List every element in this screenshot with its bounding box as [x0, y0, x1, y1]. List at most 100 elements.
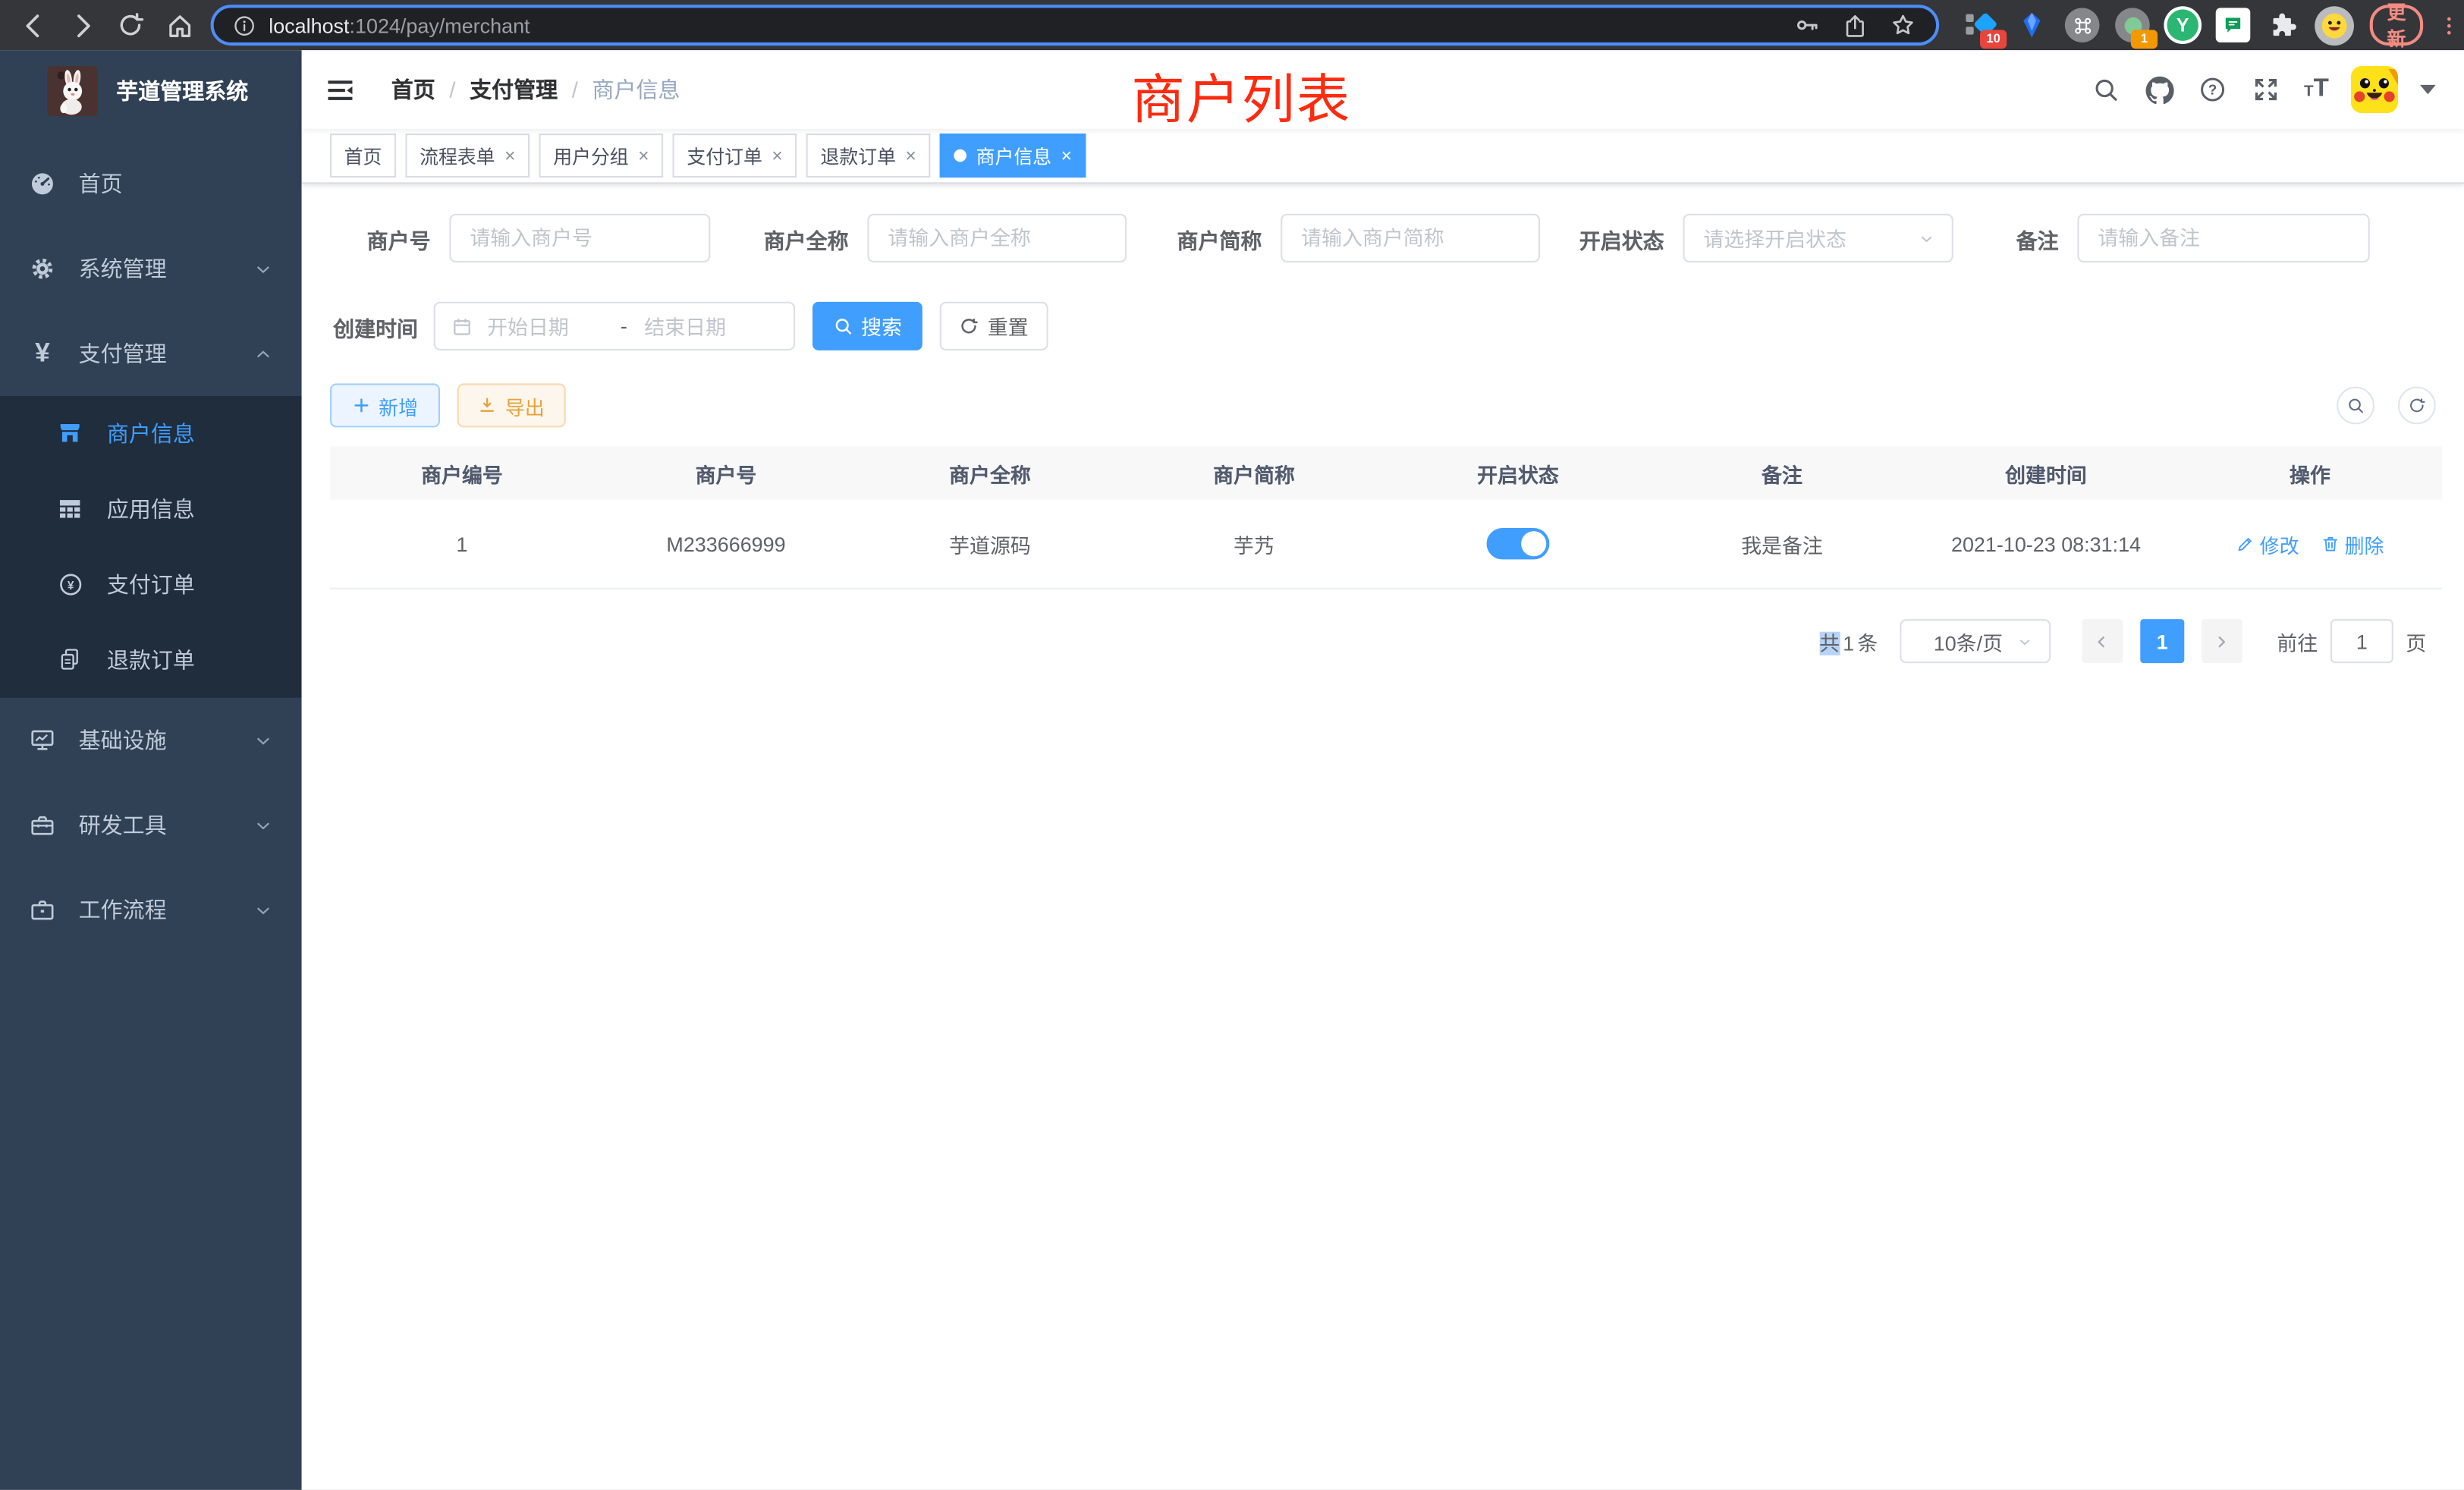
- cell-merchant-id: 1: [330, 532, 594, 555]
- password-key-icon[interactable]: [1793, 11, 1821, 39]
- tab-merchant-info-active[interactable]: 商户信息×: [940, 134, 1086, 178]
- hide-search-button[interactable]: [2337, 387, 2374, 425]
- sidebar-item-payment[interactable]: ¥ 支付管理: [0, 311, 302, 396]
- sidebar-item-infrastructure[interactable]: 基础设施: [0, 698, 302, 783]
- sidebar-item-label: 支付管理: [79, 338, 253, 369]
- sidebar-item-refund-order[interactable]: 退款订单: [0, 622, 302, 697]
- chevron-down-icon: [253, 730, 274, 750]
- merchant-shortname-input[interactable]: [1281, 214, 1540, 262]
- share-icon[interactable]: [1842, 12, 1868, 39]
- sidebar: 芋道管理系统 首页 系统管理: [0, 50, 302, 1489]
- sidebar-item-app-info[interactable]: 应用信息: [0, 471, 302, 546]
- sidebar-item-pay-order[interactable]: ¥ 支付订单: [0, 547, 302, 622]
- close-icon[interactable]: ×: [504, 146, 516, 165]
- status-select[interactable]: 请选择开启状态: [1683, 214, 1953, 262]
- refresh-table-button[interactable]: [2398, 387, 2436, 425]
- breadcrumb: 首页 / 支付管理 / 商户信息: [391, 74, 680, 105]
- goto-page: 前往 页: [2277, 619, 2426, 663]
- table-row: 1 M233666999 芋道源码 芋艿 我是备注 2021-10-23 08:…: [330, 500, 2442, 589]
- remark-input[interactable]: [2077, 214, 2369, 262]
- tab-refund-order[interactable]: 退款订单×: [806, 134, 931, 178]
- prev-page-button[interactable]: [2082, 619, 2123, 663]
- tab-process-form[interactable]: 流程表单×: [405, 134, 530, 178]
- status-label: 开启状态: [1540, 222, 1683, 253]
- browser-update-button[interactable]: 更新: [2370, 5, 2423, 46]
- user-avatar[interactable]: [2351, 66, 2398, 113]
- delete-link[interactable]: 删除: [2321, 529, 2384, 558]
- github-button[interactable]: [2144, 74, 2175, 105]
- close-icon[interactable]: ×: [638, 146, 649, 165]
- status-toggle-on[interactable]: [1487, 528, 1550, 559]
- refresh-icon: [960, 316, 980, 336]
- breadcrumb-home[interactable]: 首页: [391, 74, 435, 105]
- col-merchant-id: 商户编号: [330, 458, 594, 488]
- sidebar-item-workflow[interactable]: 工作流程: [0, 867, 302, 952]
- home-button[interactable]: [159, 5, 200, 46]
- download-icon: [479, 396, 498, 415]
- tab-pay-order[interactable]: 支付订单 ×: [673, 134, 797, 178]
- extension-camera-icon[interactable]: 1: [2112, 5, 2153, 46]
- breadcrumb-payment[interactable]: 支付管理: [470, 74, 558, 105]
- site-info-icon[interactable]: [233, 14, 256, 37]
- yen-icon: ¥: [28, 339, 56, 367]
- col-full-name: 商户全称: [858, 458, 1122, 488]
- date-range-picker[interactable]: 开始日期 - 结束日期: [434, 302, 795, 350]
- home-icon: [164, 10, 193, 39]
- extension-gem-icon[interactable]: [2011, 5, 2052, 46]
- back-button[interactable]: [13, 5, 54, 46]
- search-icon: [2092, 75, 2120, 103]
- cell-status: [1386, 528, 1650, 559]
- extension-chat-icon[interactable]: [2213, 5, 2254, 46]
- close-icon[interactable]: ×: [1061, 146, 1073, 165]
- extension-command-icon[interactable]: [2062, 5, 2103, 46]
- edit-link[interactable]: 修改: [2236, 529, 2299, 558]
- sidebar-logo[interactable]: 芋道管理系统: [0, 50, 302, 129]
- tab-home[interactable]: 首页: [330, 134, 396, 178]
- extension-raycast-icon[interactable]: 10: [1961, 5, 2002, 46]
- reset-button[interactable]: 重置: [940, 302, 1048, 350]
- header-search-button[interactable]: [2090, 74, 2121, 105]
- merchant-no-input[interactable]: [449, 214, 710, 262]
- fullscreen-button[interactable]: [2251, 74, 2282, 105]
- tab-user-group[interactable]: 用户分组×: [539, 134, 664, 178]
- navbar: 首页 / 支付管理 / 商户信息 商户列表 ?: [302, 50, 2464, 129]
- search-button[interactable]: 搜索: [812, 302, 922, 350]
- font-size-button[interactable]: TT: [2304, 79, 2329, 101]
- chevron-down-icon: [253, 259, 274, 279]
- merchant-fullname-input[interactable]: [867, 214, 1127, 262]
- reset-button-label: 重置: [988, 311, 1029, 341]
- close-icon[interactable]: ×: [905, 146, 916, 165]
- export-button[interactable]: 导出: [457, 383, 566, 427]
- next-page-button[interactable]: [2202, 619, 2242, 663]
- avatar-caret-icon[interactable]: [2420, 85, 2436, 94]
- tab-label: 支付订单: [687, 142, 762, 168]
- extension-y-icon[interactable]: Y: [2162, 5, 2203, 46]
- payment-submenu: 商户信息 应用信息 ¥ 支付订单: [0, 396, 302, 698]
- close-icon[interactable]: ×: [772, 146, 783, 165]
- forward-button[interactable]: [61, 5, 102, 46]
- reload-button[interactable]: [110, 5, 151, 46]
- url-bar[interactable]: localhost:1024/pay/merchant: [211, 5, 1940, 46]
- col-remark: 备注: [1650, 458, 1914, 488]
- url-host: localhost: [269, 14, 349, 37]
- sidebar-collapse-button[interactable]: [302, 76, 379, 102]
- col-create-time: 创建时间: [1914, 458, 2178, 488]
- sidebar-item-home[interactable]: 首页: [0, 141, 302, 226]
- pagination-total-prefix: 共: [1819, 631, 1840, 655]
- goto-page-input[interactable]: [2330, 619, 2393, 663]
- browser-menu-button[interactable]: [2436, 5, 2461, 46]
- pager: 1: [2082, 619, 2242, 663]
- sidebar-item-merchant-info[interactable]: 商户信息: [0, 396, 302, 471]
- col-actions: 操作: [2178, 458, 2442, 488]
- sidebar-item-label: 商户信息: [107, 418, 274, 449]
- extensions-puzzle-icon[interactable]: [2263, 5, 2304, 46]
- help-button[interactable]: ?: [2197, 74, 2228, 105]
- page-size-select[interactable]: 10条/页: [1900, 619, 2051, 663]
- sidebar-item-dev-tools[interactable]: 研发工具: [0, 783, 302, 868]
- sidebar-item-system[interactable]: 系统管理: [0, 226, 302, 311]
- search-form-row-1: 商户号 商户全称 商户简称 开启状态 请选择开启状态 备注: [330, 214, 2436, 262]
- profile-avatar[interactable]: [2313, 5, 2354, 46]
- bookmark-star-icon[interactable]: [1889, 11, 1917, 39]
- add-button[interactable]: 新增: [330, 383, 440, 427]
- page-1-button[interactable]: 1: [2140, 619, 2184, 663]
